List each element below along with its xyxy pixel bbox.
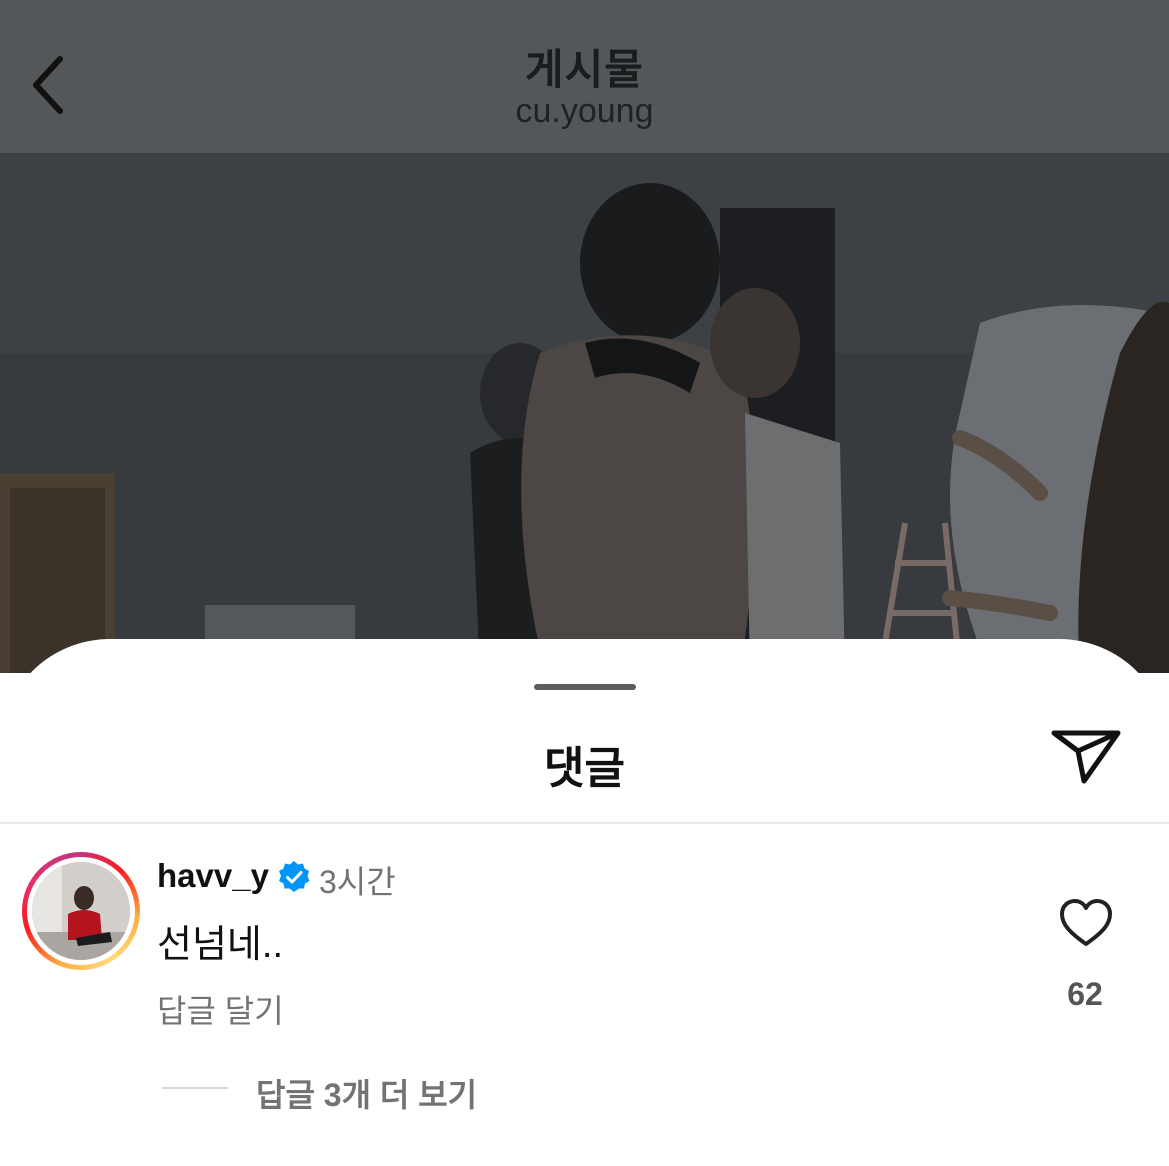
send-icon [1051,730,1121,784]
like-count: 62 [1067,976,1103,1012]
replies-divider-line [162,1087,228,1089]
comment-text: 선넘네.. [157,924,283,966]
comment-username[interactable]: havv_y [157,857,269,895]
like-button[interactable] [1059,898,1113,948]
reply-button[interactable]: 답글 달기 [157,986,284,1032]
comments-title: 댓글 [544,744,625,793]
avatar-image [32,862,130,960]
post-author[interactable]: cu.young [0,92,1169,131]
post-image[interactable] [0,153,1169,673]
comment-timestamp: 3시간 [319,864,396,900]
view-more-replies-button[interactable]: 답글 3개 더 보기 [256,1070,477,1116]
sheet-grabber-handle[interactable] [534,684,636,690]
heart-outline-icon [1060,899,1112,946]
page-title: 게시물 [525,46,644,93]
share-button[interactable] [1046,721,1126,791]
post-photo-illustration [0,153,1169,673]
sheet-divider [0,822,1169,824]
commenter-avatar[interactable] [22,852,140,970]
post-header: 게시물 cu.young [0,0,1169,153]
comments-sheet: 댓글 havv_y 3시간 선넘네.. 답글 달기 62 답글 3개 더 보기 [0,639,1169,1166]
verified-badge-icon [279,861,310,892]
